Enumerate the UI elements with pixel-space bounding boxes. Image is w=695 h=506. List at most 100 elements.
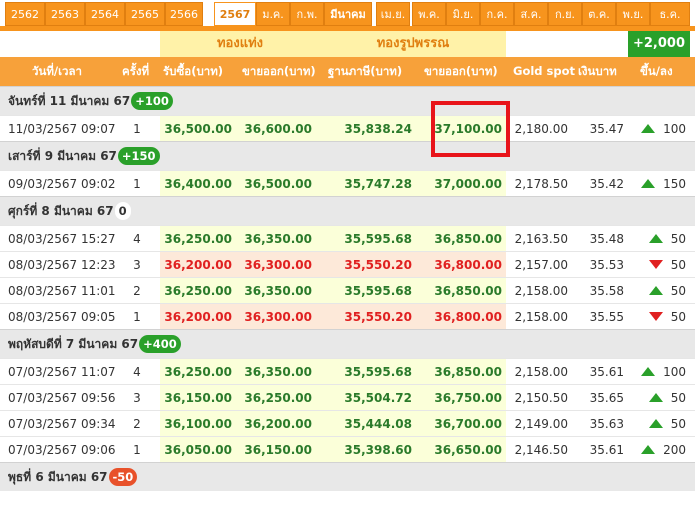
table-row: 07/03/2567 09:06 1 36,050.00 36,150.00 35,39… [0, 436, 695, 463]
day-label: พุธที่ 6 มีนาคม 67 -50 [8, 463, 138, 492]
cell-thb: 35.58 [589, 284, 624, 298]
day-header-row: ศุกร์ที่ 8 มีนาคม 67 0 [0, 196, 695, 225]
cell-ornament-tax: 35,595.68 [320, 359, 420, 385]
day-change-badge: -50 [108, 467, 138, 486]
cell-bar-sell: 36,300.00 [240, 304, 320, 330]
day-label: ศุกร์ที่ 8 มีนาคม 67 0 [8, 197, 131, 226]
tab-month-4[interactable]: เม.ย. [376, 2, 410, 26]
cell-bar-buy: 36,250.00 [160, 226, 240, 252]
triangle-up-icon [648, 286, 663, 295]
day-label: เสาร์ที่ 9 มีนาคม 67 +150 [8, 142, 160, 171]
cell-bar-sell: 36,350.00 [240, 278, 320, 304]
cell-ornament-sell: 36,800.00 [420, 252, 506, 278]
tab-month-8[interactable]: ส.ค. [514, 2, 548, 26]
table-row: 08/03/2567 12:23 3 36,200.00 36,300.00 35,55… [0, 251, 695, 278]
column-header-row: วันที่/เวลา ครั้งที่ รับซื้อ(บาท) ขายออก… [0, 57, 695, 86]
tab-month-6[interactable]: มิ.ย. [446, 2, 480, 26]
tab-month-10[interactable]: ต.ค. [582, 2, 616, 26]
day-label: จันทร์ที่ 11 มีนาคม 67 +100 [8, 87, 173, 116]
cell-ornament-sell: 36,800.00 [420, 304, 506, 330]
cell-ornament-sell: 36,850.00 [420, 359, 506, 385]
cell-bar-buy: 36,200.00 [160, 304, 240, 330]
col-count: ครั้งที่ [122, 64, 150, 78]
group-spacer [506, 31, 628, 57]
cell-ornament-tax: 35,595.68 [320, 278, 420, 304]
tab-month-9[interactable]: ก.ย. [548, 2, 582, 26]
cell-ornament-tax: 35,747.28 [320, 171, 420, 197]
tab-year-2565[interactable]: 2565 [125, 2, 165, 26]
cell-bar-sell: 36,350.00 [240, 226, 320, 252]
cell-change: 50 [628, 278, 690, 304]
cell-count: 4 [133, 232, 141, 246]
cell-thb: 35.48 [589, 232, 624, 246]
cell-bar-buy: 36,100.00 [160, 411, 240, 437]
triangle-down-icon [648, 260, 663, 269]
cell-ornament-sell: 36,850.00 [420, 278, 506, 304]
change-value: 100 [663, 122, 686, 136]
tab-year-2563[interactable]: 2563 [45, 2, 85, 26]
cell-change: 50 [628, 252, 690, 278]
cell-change: 50 [628, 304, 690, 330]
cell-count: 2 [133, 417, 141, 431]
table-row: 08/03/2567 09:05 1 36,200.00 36,300.00 35,55… [0, 303, 695, 330]
tab-year-2566[interactable]: 2566 [165, 2, 203, 26]
change-value: 50 [670, 391, 686, 405]
change-value: 100 [663, 365, 686, 379]
triangle-up-icon [648, 419, 663, 428]
cell-bar-buy: 36,400.00 [160, 171, 240, 197]
cell-thb: 35.42 [589, 177, 624, 191]
cell-bar-buy: 36,200.00 [160, 252, 240, 278]
cell-bar-buy: 36,150.00 [160, 385, 240, 411]
cell-gold-spot: 2,178.50 [514, 177, 568, 191]
year-month-tabs: 2562 2563 2564 2565 2566 2567 ม.ค. ก.พ. … [0, 0, 695, 27]
cell-gold-spot: 2,149.00 [514, 417, 568, 431]
change-value: 50 [670, 417, 686, 431]
tab-year-2567[interactable]: 2567 [214, 2, 256, 26]
cell-gold-spot: 2,163.50 [514, 232, 568, 246]
tab-month-7[interactable]: ก.ค. [480, 2, 514, 26]
change-value: 150 [663, 177, 686, 191]
day-header-row: จันทร์ที่ 11 มีนาคม 67 +100 [0, 86, 695, 115]
cell-ornament-tax: 35,504.72 [320, 385, 420, 411]
total-change-badge: +2,000 [628, 31, 690, 57]
change-value: 50 [670, 310, 686, 324]
cell-gold-spot: 2,180.00 [514, 122, 568, 136]
cell-gold-spot: 2,158.00 [514, 310, 568, 324]
cell-thb: 35.53 [589, 258, 624, 272]
cell-thb: 35.47 [589, 122, 624, 136]
day-change-badge: +150 [117, 146, 160, 165]
tab-year-2562[interactable]: 2562 [5, 2, 45, 26]
group-header-row: ทองแท่ง ทองรูปพรรณ +2,000 [0, 31, 695, 57]
cell-ornament-sell: 36,650.00 [420, 437, 506, 463]
table-row: 07/03/2567 09:34 2 36,100.00 36,200.00 35,44… [0, 410, 695, 437]
col-thb: เงินบาท [578, 64, 617, 78]
cell-ornament-sell: 36,700.00 [420, 411, 506, 437]
tab-month-3[interactable]: มีนาคม [324, 2, 372, 26]
cell-change: 100 [628, 116, 690, 142]
change-value: 50 [670, 284, 686, 298]
cell-bar-buy: 36,250.00 [160, 359, 240, 385]
cell-count: 4 [133, 365, 141, 379]
tab-month-1[interactable]: ม.ค. [256, 2, 290, 26]
cell-bar-buy: 36,500.00 [160, 116, 240, 142]
col-ornament-tax: ฐานภาษี(บาท) [328, 64, 403, 78]
cell-bar-buy: 36,050.00 [160, 437, 240, 463]
col-gold-spot: Gold spot [513, 64, 575, 78]
cell-ornament-tax: 35,550.20 [320, 304, 420, 330]
tab-month-2[interactable]: ก.พ. [290, 2, 324, 26]
tab-month-11[interactable]: พ.ย. [616, 2, 650, 26]
tab-year-2564[interactable]: 2564 [85, 2, 125, 26]
tab-month-5[interactable]: พ.ค. [412, 2, 446, 26]
col-ornament-sell: ขายออก(บาท) [424, 64, 498, 78]
table-row: 07/03/2567 11:07 4 36,250.00 36,350.00 35,59… [0, 358, 695, 385]
tab-month-12[interactable]: ธ.ค. [650, 2, 690, 26]
cell-thb: 35.61 [589, 365, 624, 379]
day-change-badge: +100 [131, 91, 173, 110]
triangle-up-icon [648, 234, 663, 243]
cell-gold-spot: 2,150.50 [514, 391, 568, 405]
day-change-badge: 0 [114, 201, 131, 220]
cell-change: 50 [628, 226, 690, 252]
cell-bar-sell: 36,150.00 [240, 437, 320, 463]
cell-ornament-sell: 36,850.00 [420, 226, 506, 252]
cell-bar-sell: 36,600.00 [240, 116, 320, 142]
